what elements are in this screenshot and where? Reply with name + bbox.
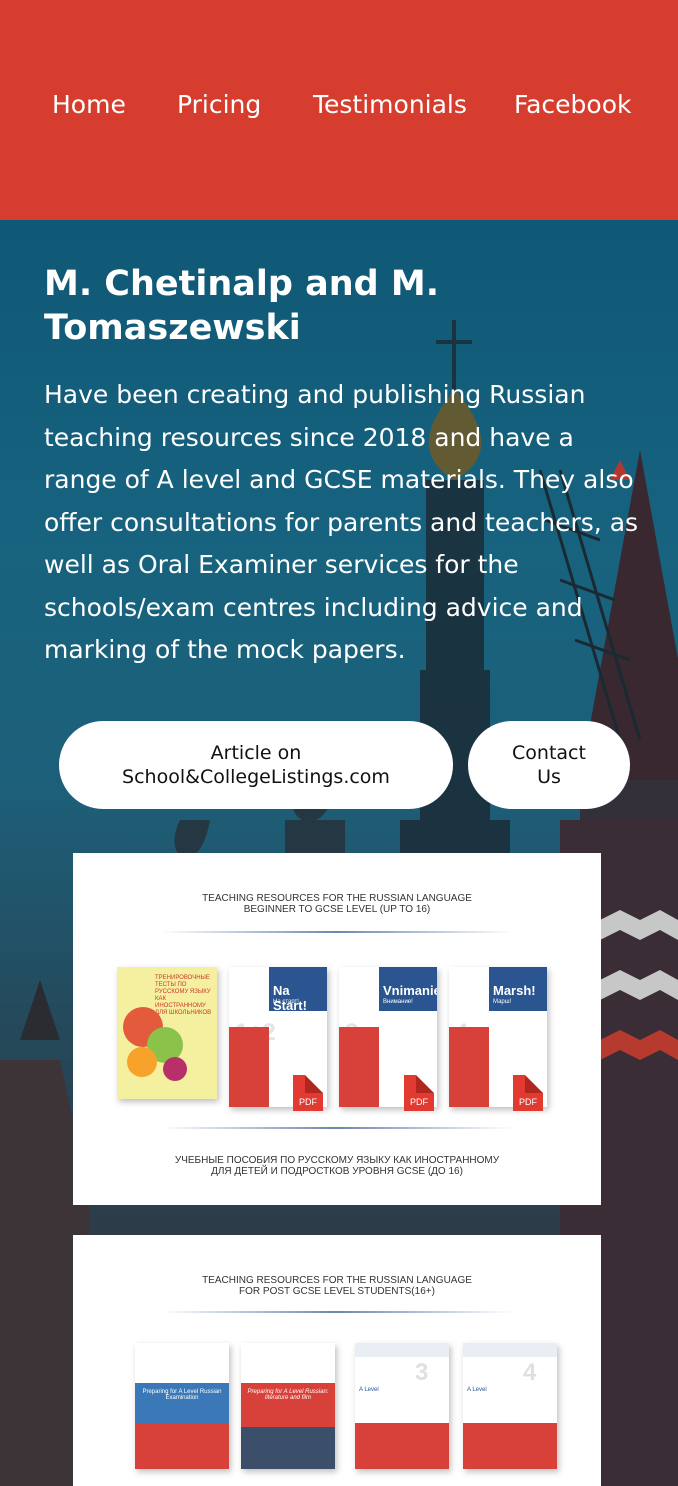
card-footer-caption: УЧЕБНЫЕ ПОСОБИЯ ПО РУССКОМУ ЯЗЫКУ КАК ИН… <box>174 1155 500 1177</box>
article-link-button[interactable]: Article on School&CollegeListings.com <box>59 721 453 809</box>
contact-us-button[interactable]: Contact Us <box>468 721 630 809</box>
book-subtitle: Марш! <box>493 999 512 1005</box>
book-title: ТРЕНИРОВОЧНЫЕ ТЕСТЫ ПО РУССКОМУ ЯЗЫКУ КА… <box>155 975 212 1016</box>
card-heading: TEACHING RESOURCES FOR THE RUSSIAN LANGU… <box>202 1275 472 1297</box>
top-navigation-bar: Home Pricing Testimonials Facebook <box>0 0 678 220</box>
book-title: Marsh! <box>493 983 536 998</box>
book-title: Vnimanie! <box>383 983 437 998</box>
gcse-resources-image[interactable]: TEACHING RESOURCES FOR THE RUSSIAN LANGU… <box>73 853 601 1205</box>
intro-paragraph: Have been creating and publishing Russia… <box>44 380 639 664</box>
book-cover: 3 A Level <box>355 1343 449 1469</box>
pdf-badge: PDF <box>293 1075 323 1111</box>
book-title: A Level <box>467 1387 487 1393</box>
nav-home-link[interactable]: Home <box>52 90 126 119</box>
a-level-resources-image[interactable]: TEACHING RESOURCES FOR THE RUSSIAN LANGU… <box>73 1235 601 1486</box>
book-title: A Level <box>359 1387 379 1393</box>
book-title: Preparing for A Level Russian Examinatio… <box>142 1389 222 1401</box>
book-number: 4 <box>523 1359 537 1386</box>
nav-testimonials-link[interactable]: Testimonials <box>313 90 467 119</box>
book-title: Na Start! <box>273 983 307 1013</box>
pdf-badge: PDF <box>404 1075 434 1111</box>
book-subtitle: На старт! <box>273 999 299 1005</box>
book-title: Preparing for A Level Russian: literatur… <box>247 1389 329 1401</box>
article-button-label: Article on School&CollegeListings.com <box>122 742 390 788</box>
book-subtitle: Внимание! <box>383 999 413 1005</box>
book-cover: ТРЕНИРОВОЧНЫЕ ТЕСТЫ ПО РУССКОМУ ЯЗЫКУ КА… <box>117 967 217 1099</box>
card-heading: TEACHING RESOURCES FOR THE RUSSIAN LANGU… <box>202 893 472 915</box>
divider <box>161 1311 513 1313</box>
book-cover: Preparing for A Level Russian Examinatio… <box>135 1343 229 1469</box>
page-title: M. Chetinalp and M. Tomaszewski <box>44 264 440 348</box>
nav-pricing-link[interactable]: Pricing <box>177 90 261 119</box>
nav-facebook-link[interactable]: Facebook <box>514 90 631 119</box>
contact-button-label: Contact Us <box>512 742 586 788</box>
book-number: 3 <box>415 1359 429 1386</box>
divider <box>161 931 513 933</box>
pdf-badge: PDF <box>513 1075 543 1111</box>
book-cover: 4 A Level <box>463 1343 557 1469</box>
book-cover: Preparing for A Level Russian: literatur… <box>241 1343 335 1469</box>
divider <box>161 1127 513 1129</box>
